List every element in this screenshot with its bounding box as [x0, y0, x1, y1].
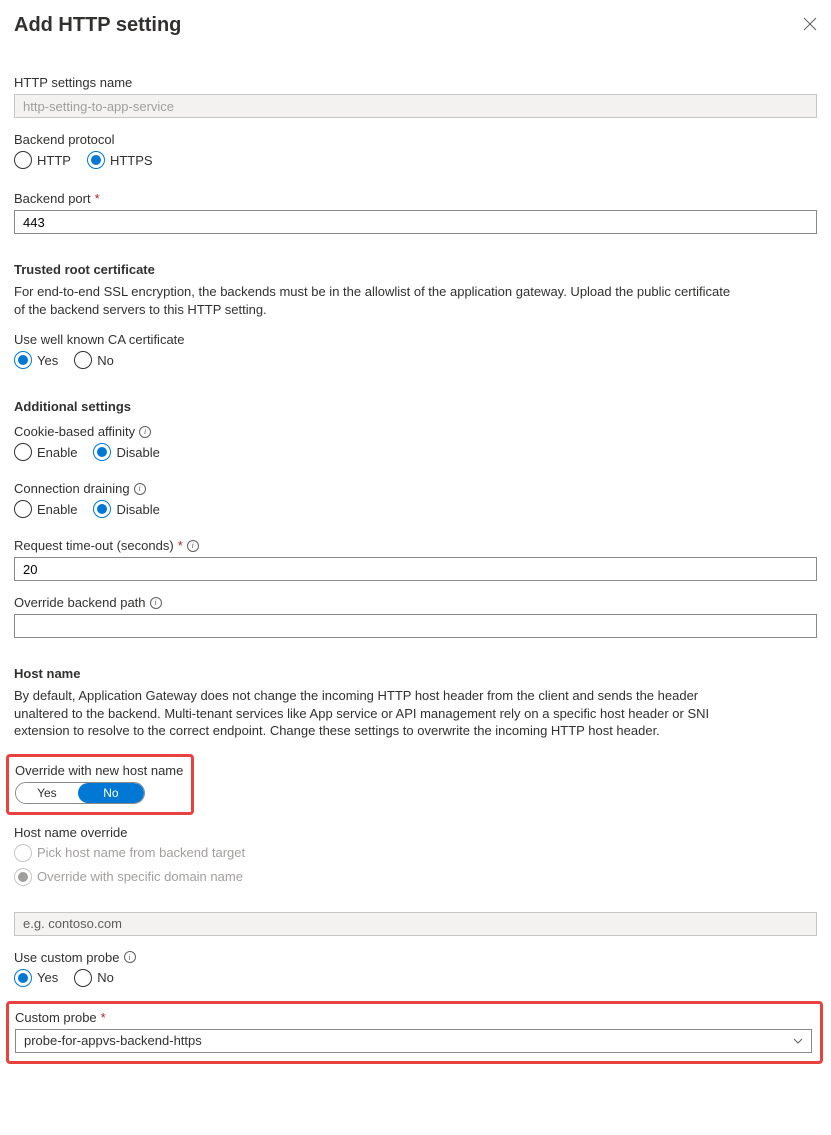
- well-known-ca-yes[interactable]: Yes: [14, 351, 58, 369]
- radio-label: HTTPS: [110, 153, 153, 168]
- well-known-ca-no[interactable]: No: [74, 351, 114, 369]
- info-icon[interactable]: i: [139, 426, 151, 438]
- trusted-root-heading: Trusted root certificate: [14, 262, 817, 277]
- override-hostname-label: Override with new host name: [15, 763, 183, 778]
- radio-label: HTTP: [37, 153, 71, 168]
- request-timeout-label: Request time-out (seconds) * i: [14, 538, 817, 553]
- use-custom-probe-yes[interactable]: Yes: [14, 969, 58, 987]
- use-custom-probe-group: Yes No: [14, 969, 817, 987]
- required-asterisk: *: [101, 1010, 106, 1025]
- radio-label: No: [97, 970, 114, 985]
- info-icon[interactable]: i: [134, 483, 146, 495]
- override-hostname-highlight: Override with new host name Yes No: [6, 754, 194, 815]
- radio-label: Disable: [116, 445, 159, 460]
- backend-protocol-group: HTTP HTTPS: [14, 151, 817, 169]
- required-asterisk: *: [95, 191, 100, 206]
- cookie-affinity-disable[interactable]: Disable: [93, 443, 159, 461]
- select-value: probe-for-appvs-backend-https: [24, 1033, 202, 1048]
- override-path-label: Override backend path i: [14, 595, 817, 610]
- override-hostname-toggle[interactable]: Yes No: [15, 782, 145, 804]
- label-text: Backend port: [14, 191, 91, 206]
- hostname-override-mode-label: Host name override: [14, 825, 817, 840]
- radio-label: No: [97, 353, 114, 368]
- backend-protocol-label: Backend protocol: [14, 132, 817, 147]
- radio-label: Enable: [37, 445, 77, 460]
- use-custom-probe-label: Use custom probe i: [14, 950, 817, 965]
- connection-draining-disable[interactable]: Disable: [93, 500, 159, 518]
- connection-draining-group: Enable Disable: [14, 500, 817, 518]
- cookie-affinity-group: Enable Disable: [14, 443, 817, 461]
- request-timeout-input[interactable]: [14, 557, 817, 581]
- cookie-affinity-enable[interactable]: Enable: [14, 443, 77, 461]
- use-custom-probe-no[interactable]: No: [74, 969, 114, 987]
- label-text: Request time-out (seconds): [14, 538, 174, 553]
- label-text: Connection draining: [14, 481, 130, 496]
- required-asterisk: *: [178, 538, 183, 553]
- override-hostname-no[interactable]: No: [78, 783, 144, 803]
- hostname-override-specific: Override with specific domain name: [14, 868, 809, 886]
- backend-port-input[interactable]: [14, 210, 817, 234]
- custom-probe-highlight: Custom probe * probe-for-appvs-backend-h…: [6, 1001, 823, 1064]
- radio-label: Override with specific domain name: [37, 869, 243, 884]
- label-text: Use custom probe: [14, 950, 120, 965]
- hostname-override-pick: Pick host name from backend target: [14, 844, 809, 862]
- well-known-ca-label: Use well known CA certificate: [14, 332, 817, 347]
- host-name-desc: By default, Application Gateway does not…: [14, 687, 744, 740]
- backend-protocol-http[interactable]: HTTP: [14, 151, 71, 169]
- info-icon[interactable]: i: [124, 951, 136, 963]
- connection-draining-enable[interactable]: Enable: [14, 500, 77, 518]
- cookie-affinity-label: Cookie-based affinity i: [14, 424, 817, 439]
- label-text: Override backend path: [14, 595, 146, 610]
- backend-port-label: Backend port *: [14, 191, 817, 206]
- panel-title: Add HTTP setting: [14, 14, 181, 37]
- radio-label: Yes: [37, 970, 58, 985]
- domain-name-input: [14, 912, 817, 936]
- custom-probe-select[interactable]: probe-for-appvs-backend-https: [15, 1029, 812, 1053]
- close-icon: [803, 17, 817, 31]
- connection-draining-label: Connection draining i: [14, 481, 817, 496]
- close-button[interactable]: [803, 17, 817, 34]
- info-icon[interactable]: i: [187, 540, 199, 552]
- override-hostname-yes[interactable]: Yes: [16, 783, 78, 803]
- override-path-input[interactable]: [14, 614, 817, 638]
- settings-name-input[interactable]: [14, 94, 817, 118]
- backend-protocol-https[interactable]: HTTPS: [87, 151, 153, 169]
- custom-probe-label: Custom probe *: [15, 1010, 812, 1025]
- additional-settings-heading: Additional settings: [14, 399, 817, 414]
- radio-label: Pick host name from backend target: [37, 845, 245, 860]
- info-icon[interactable]: i: [150, 597, 162, 609]
- host-name-heading: Host name: [14, 666, 817, 681]
- settings-name-label: HTTP settings name: [14, 75, 817, 90]
- radio-label: Disable: [116, 502, 159, 517]
- radio-label: Enable: [37, 502, 77, 517]
- label-text: Custom probe: [15, 1010, 97, 1025]
- well-known-ca-group: Yes No: [14, 351, 817, 369]
- trusted-root-desc: For end-to-end SSL encryption, the backe…: [14, 283, 744, 318]
- radio-label: Yes: [37, 353, 58, 368]
- label-text: Cookie-based affinity: [14, 424, 135, 439]
